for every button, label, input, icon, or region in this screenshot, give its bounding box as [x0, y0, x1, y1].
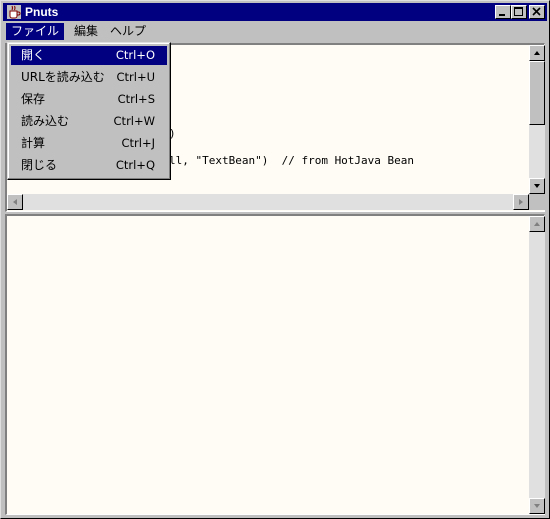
menu-help[interactable]: ヘルプ [105, 23, 151, 40]
scroll-corner [529, 194, 545, 210]
menu-edit[interactable]: 編集 [69, 23, 103, 40]
menu-item-label: 計算 [21, 136, 46, 150]
minimize-icon [499, 14, 505, 16]
arrow-up-icon [534, 51, 540, 55]
scroll-left-button[interactable] [7, 194, 23, 210]
menu-item-shortcut: Ctrl+O [115, 48, 155, 62]
menu-bar: ファイル 編集 ヘルプ [3, 22, 547, 41]
scroll-down-button[interactable] [529, 178, 545, 194]
menu-item-label: 読み込む [21, 114, 70, 128]
close-button[interactable] [529, 5, 545, 19]
arrow-down-icon [534, 184, 540, 188]
scroll-up-button[interactable] [529, 216, 545, 232]
pnuts-window: Pnuts ファイル 編集 ヘルプ ) ll, "TextBean") // f… [0, 0, 550, 519]
menu-item-shortcut: Ctrl+W [113, 114, 155, 128]
arrow-left-icon [13, 199, 17, 205]
menu-item-label: URLを読み込む [21, 70, 105, 84]
menu-item-shortcut: Ctrl+Q [115, 158, 155, 172]
maximize-icon [514, 7, 523, 16]
menu-item-label: 保存 [21, 92, 46, 106]
menu-item-save[interactable]: 保存 Ctrl+S [11, 90, 167, 109]
menu-item-shortcut: Ctrl+J [121, 136, 156, 150]
editor-horizontal-scrollbar[interactable] [7, 194, 529, 210]
scroll-right-button[interactable] [513, 194, 529, 210]
scroll-up-button[interactable] [529, 45, 545, 61]
output-pane[interactable] [5, 214, 545, 515]
editor-vertical-scrollbar[interactable] [529, 45, 545, 194]
menu-item-shortcut: Ctrl+U [116, 70, 155, 84]
file-menu-dropdown: 開く Ctrl+O URLを読み込む Ctrl+U 保存 Ctrl+S 読み込む… [7, 42, 171, 180]
code-line: ll, "TextBean") // from HotJava Bean [169, 154, 415, 167]
menu-file[interactable]: ファイル [6, 23, 65, 40]
menu-item-label: 開く [21, 48, 46, 62]
output-vertical-scrollbar[interactable] [529, 216, 545, 514]
arrow-up-icon [534, 222, 540, 226]
menu-item-shortcut: Ctrl+S [117, 92, 155, 106]
menu-item-close[interactable]: 閉じる Ctrl+Q [11, 156, 167, 175]
coffee-cup-icon[interactable] [6, 4, 22, 20]
window-title: Pnuts [25, 5, 59, 19]
menu-item-calculate[interactable]: 計算 Ctrl+J [11, 134, 167, 153]
scroll-thumb[interactable] [529, 61, 545, 125]
arrow-right-icon [519, 199, 523, 205]
menu-item-load[interactable]: 読み込む Ctrl+W [11, 112, 167, 131]
maximize-button[interactable] [511, 5, 527, 19]
arrow-down-icon [534, 504, 540, 508]
close-icon [532, 7, 541, 16]
menu-item-label: 閉じる [21, 158, 58, 172]
title-bar[interactable]: Pnuts [3, 3, 547, 21]
minimize-button[interactable] [495, 5, 511, 19]
scroll-down-button[interactable] [529, 498, 545, 514]
menu-item-open[interactable]: 開く Ctrl+O [11, 46, 167, 65]
menu-item-load-url[interactable]: URLを読み込む Ctrl+U [11, 68, 167, 87]
